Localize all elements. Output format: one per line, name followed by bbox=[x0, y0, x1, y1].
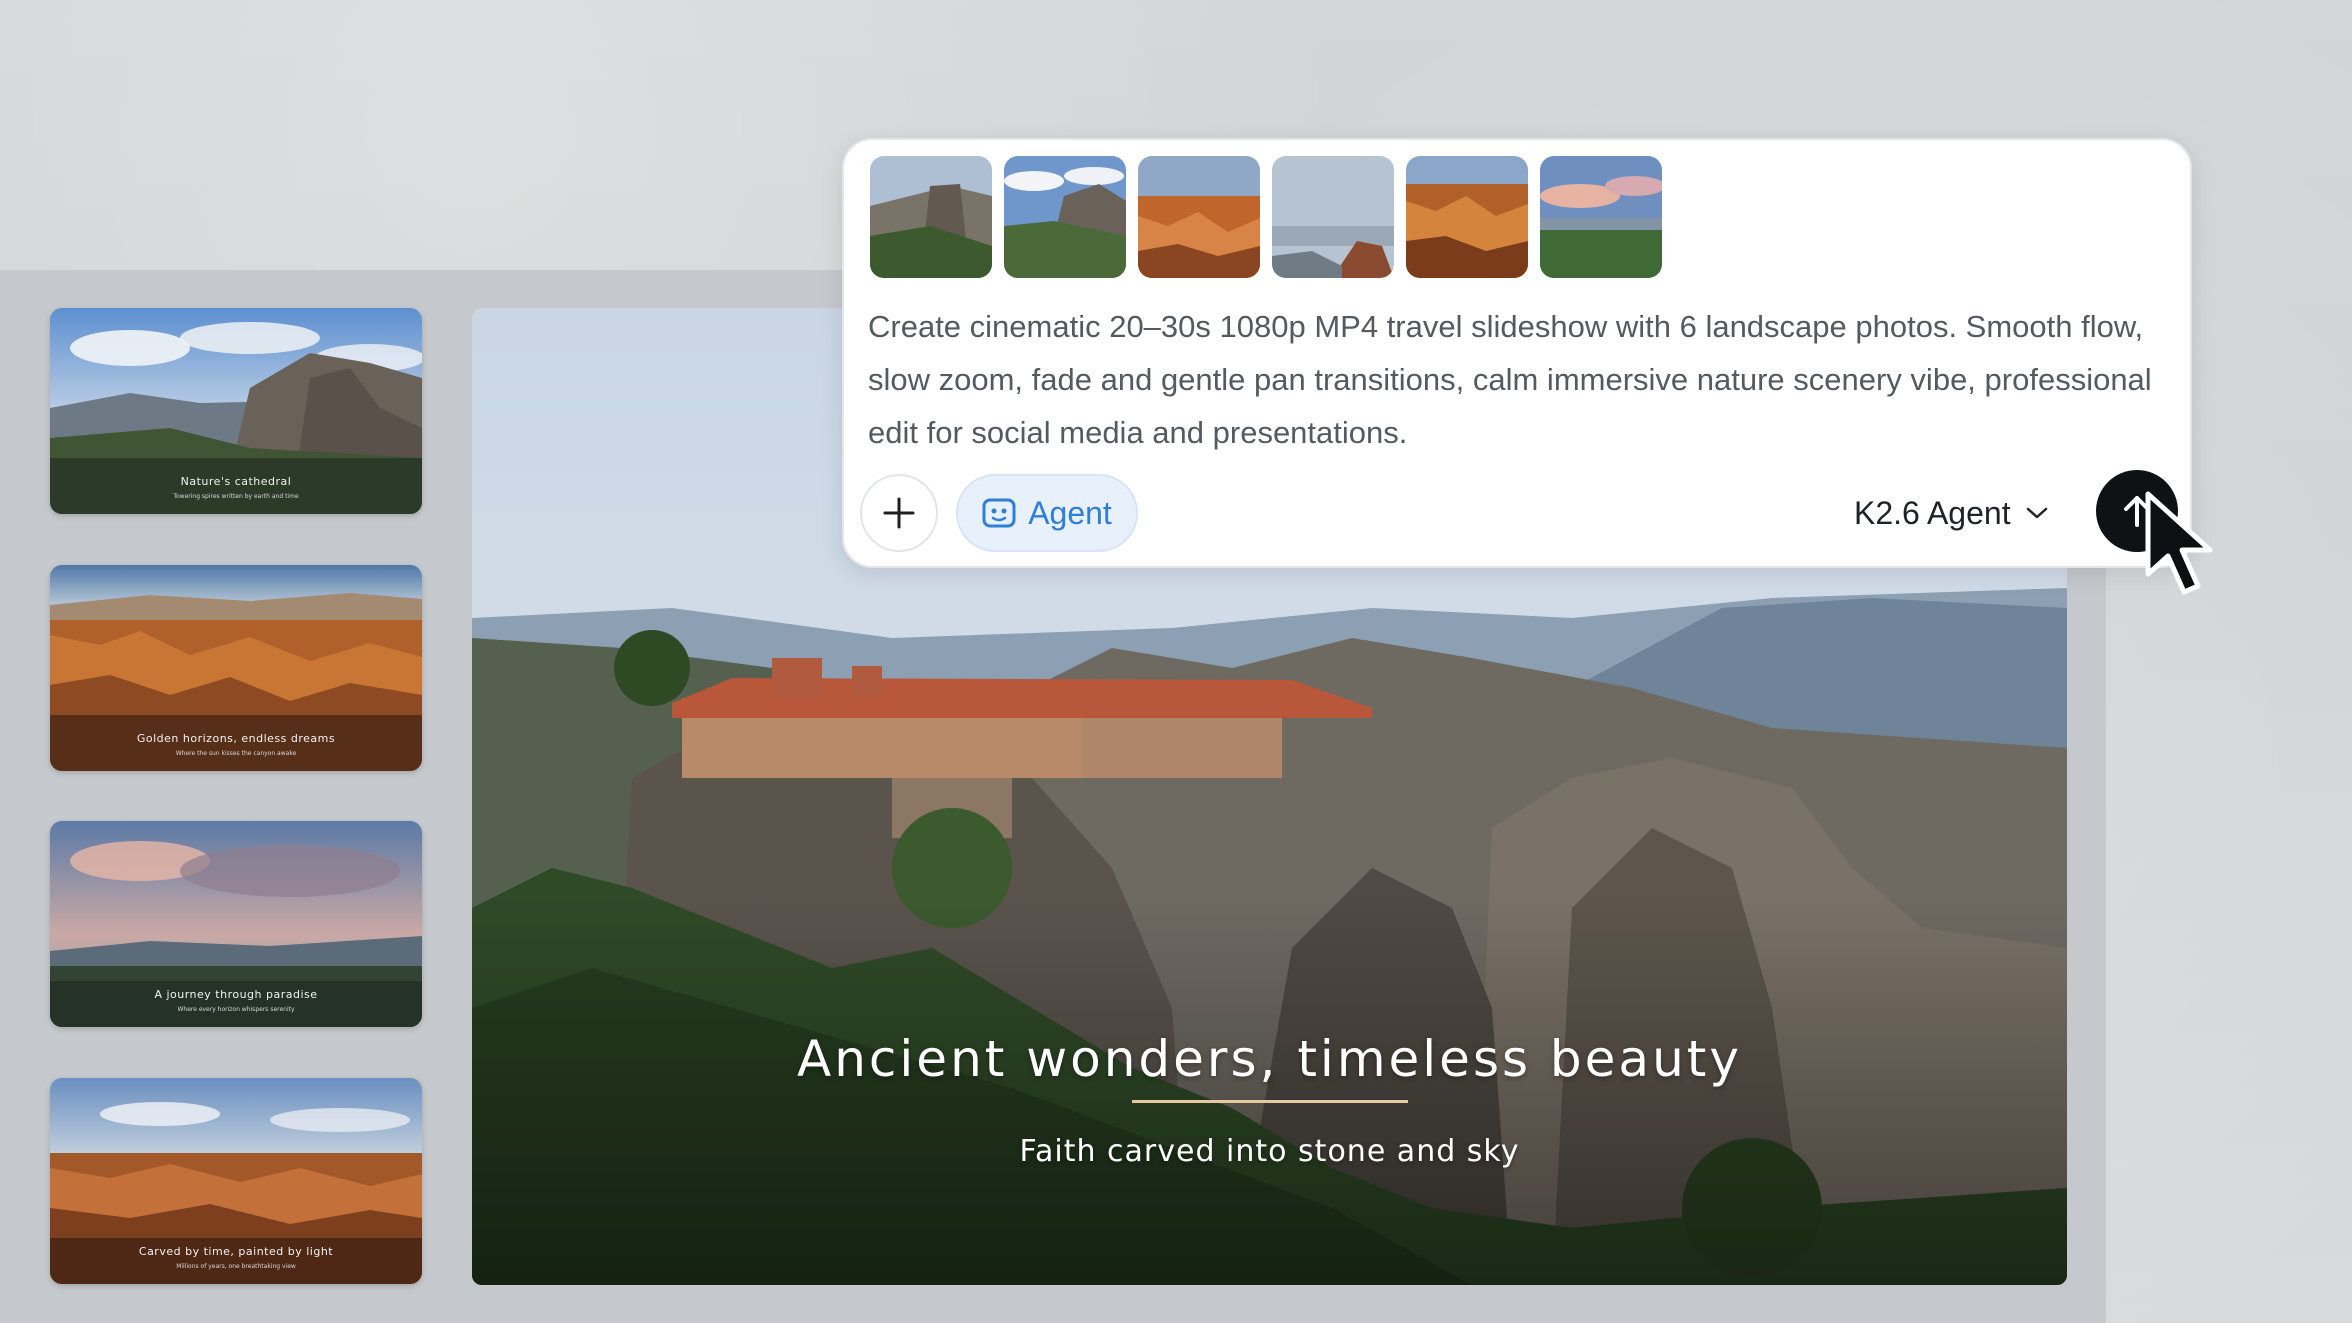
model-label: K2.6 Agent bbox=[1854, 494, 2011, 531]
slide-thumbnail-3[interactable]: A journey through paradise Where every h… bbox=[50, 821, 422, 1027]
thumbnail-subcaption: Millions of years, one breathtaking view bbox=[176, 1263, 296, 1270]
thumbnail-caption: Carved by time, painted by light bbox=[138, 1245, 334, 1258]
preview-title: Ancient wonders, timeless beauty bbox=[797, 1030, 1742, 1088]
chevron-down-icon bbox=[2026, 507, 2047, 519]
slide-thumbnail-1[interactable]: Nature's cathedral Towering spires writt… bbox=[50, 308, 422, 514]
preview-subtitle: Faith carved into stone and sky bbox=[1019, 1134, 1520, 1169]
title-underline bbox=[1132, 1100, 1408, 1103]
thumbnail-caption: Nature's cathedral bbox=[180, 475, 292, 488]
attached-image-2[interactable] bbox=[1004, 156, 1126, 278]
agent-mode-button[interactable]: Agent bbox=[956, 474, 1138, 552]
slide-thumbnail-2[interactable]: Golden horizons, endless dreams Where th… bbox=[50, 565, 422, 771]
prompt-text[interactable]: Create cinematic 20–30s 1080p MP4 travel… bbox=[868, 300, 2168, 459]
thumbnail-subcaption: Where every horizon whispers serenity bbox=[177, 1006, 295, 1013]
prompt-card: Create cinematic 20–30s 1080p MP4 travel… bbox=[842, 138, 2192, 568]
attached-image-5[interactable] bbox=[1406, 156, 1528, 278]
agent-label: Agent bbox=[1028, 494, 1112, 531]
plus-icon bbox=[883, 497, 915, 529]
thumbnail-caption: A journey through paradise bbox=[154, 988, 318, 1001]
slide-thumbnail-4[interactable]: Carved by time, painted by light Million… bbox=[50, 1078, 422, 1284]
attached-image-4[interactable] bbox=[1272, 156, 1394, 278]
agent-face-icon bbox=[982, 498, 1016, 528]
add-attachment-button[interactable] bbox=[860, 474, 938, 552]
attached-image-3[interactable] bbox=[1138, 156, 1260, 278]
mouse-cursor-icon bbox=[2145, 491, 2213, 595]
thumbnail-caption: Golden horizons, endless dreams bbox=[136, 732, 336, 745]
thumbnail-subcaption: Towering spires written by earth and tim… bbox=[173, 493, 299, 500]
model-selector[interactable]: K2.6 Agent bbox=[1854, 488, 2049, 538]
attached-image-1[interactable] bbox=[870, 156, 992, 278]
attached-images bbox=[870, 156, 1662, 278]
thumbnail-subcaption: Where the sun kisses the canyon awake bbox=[175, 750, 297, 757]
attached-image-6[interactable] bbox=[1540, 156, 1662, 278]
